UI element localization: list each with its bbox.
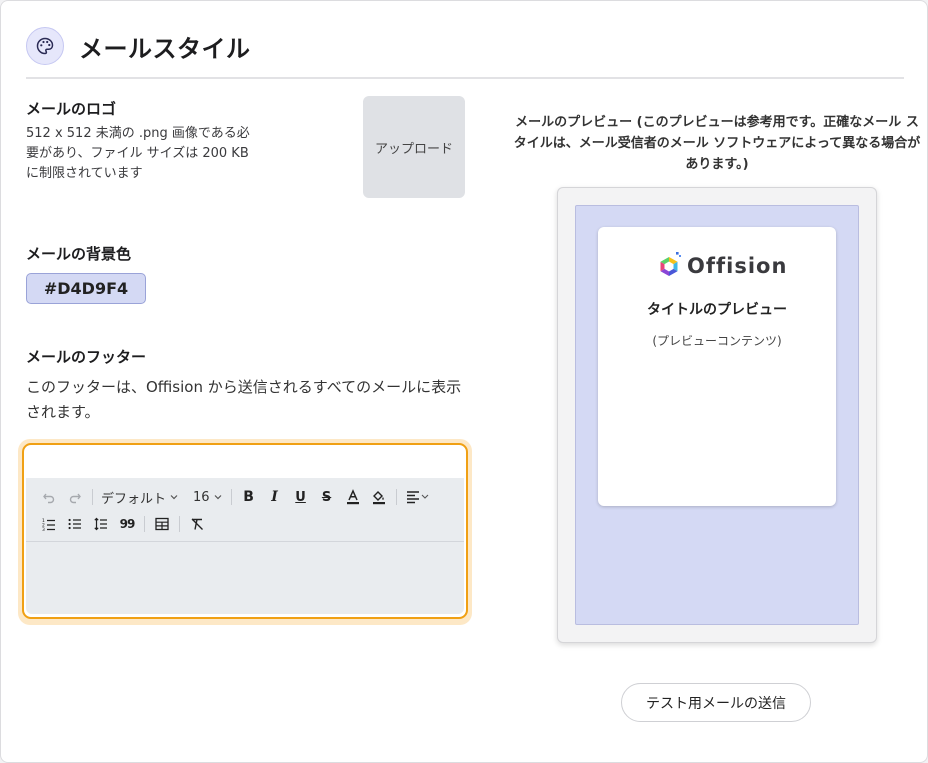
palette-icon	[26, 27, 64, 65]
strikethrough-icon[interactable]: S	[314, 485, 340, 509]
offision-logo-icon	[660, 252, 681, 276]
underline-icon[interactable]: U	[288, 485, 314, 509]
editor-toolbar-row-1: デフォルト 16 B I U S	[36, 485, 435, 509]
quote-icon[interactable]: 99	[114, 512, 140, 536]
footer-description: このフッターは、Offision から送信されるすべてのメールに表示されます。	[26, 378, 462, 421]
italic-icon[interactable]: I	[262, 485, 288, 509]
preview-card: Offision タイトルのプレビュー (プレビューコンテンツ)	[598, 227, 836, 506]
page-title: メールスタイル	[79, 35, 251, 63]
preview-background: Offision タイトルのプレビュー (プレビューコンテンツ)	[575, 205, 859, 625]
highlight-icon[interactable]	[366, 485, 392, 509]
email-preview-frame: Offision タイトルのプレビュー (プレビューコンテンツ)	[557, 187, 877, 643]
toolbar-separator	[230, 489, 232, 505]
toolbar-separator	[92, 489, 93, 505]
footer-section-label: メールのフッター	[26, 348, 147, 366]
email-style-panel: メールスタイル メールのロゴ 512 x 512 未満の .png 画像である必…	[0, 0, 928, 763]
preview-content: (プレビューコンテンツ)	[652, 334, 782, 348]
preview-caption: メールのプレビュー (このプレビューは参考用です。正確なメール スタイルは、メー…	[513, 115, 921, 172]
footer-rich-text-editor[interactable]: デフォルト 16 B I U S 1 2 3 99	[22, 443, 468, 619]
toolbar-separator	[144, 516, 145, 532]
font-family-select[interactable]: デフォルト	[97, 485, 183, 509]
bold-icon[interactable]: B	[236, 485, 262, 509]
logo-description: 512 x 512 未満の .png 画像である必要があり、ファイル サイズは …	[26, 126, 250, 181]
font-family-value: デフォルト	[101, 491, 167, 507]
table-icon[interactable]	[149, 512, 175, 536]
chevron-down-icon	[170, 495, 178, 500]
font-size-select[interactable]: 16	[189, 485, 227, 509]
line-height-icon[interactable]	[88, 512, 114, 536]
redo-icon[interactable]	[62, 485, 88, 509]
send-test-email-button[interactable]: テスト用メールの送信	[621, 683, 811, 722]
chevron-down-icon	[214, 495, 221, 500]
preview-logo-text: Offision	[687, 254, 788, 278]
font-size-value: 16	[193, 489, 210, 505]
preview-title: タイトルのプレビュー	[647, 302, 787, 318]
toolbar-divider	[26, 541, 464, 542]
clear-format-icon[interactable]	[184, 512, 210, 536]
background-section-label: メールの背景色	[26, 245, 132, 263]
background-color-picker[interactable]: #D4D9F4	[26, 273, 146, 304]
preview-logo: Offision	[656, 251, 787, 281]
editor-body[interactable]: デフォルト 16 B I U S 1 2 3 99	[26, 478, 464, 614]
svg-text:3: 3	[42, 527, 45, 531]
bullet-list-icon[interactable]	[62, 512, 88, 536]
header-divider	[26, 77, 904, 79]
undo-icon[interactable]	[36, 485, 62, 509]
logo-section-label: メールのロゴ	[26, 100, 117, 118]
upload-logo-button[interactable]: アップロード	[363, 96, 465, 198]
toolbar-separator	[395, 489, 397, 505]
editor-toolbar-row-2: 123 99	[36, 512, 210, 536]
toolbar-separator	[179, 516, 180, 532]
align-icon[interactable]	[401, 485, 435, 509]
font-color-icon[interactable]	[340, 485, 366, 509]
ordered-list-icon[interactable]: 123	[36, 512, 62, 536]
